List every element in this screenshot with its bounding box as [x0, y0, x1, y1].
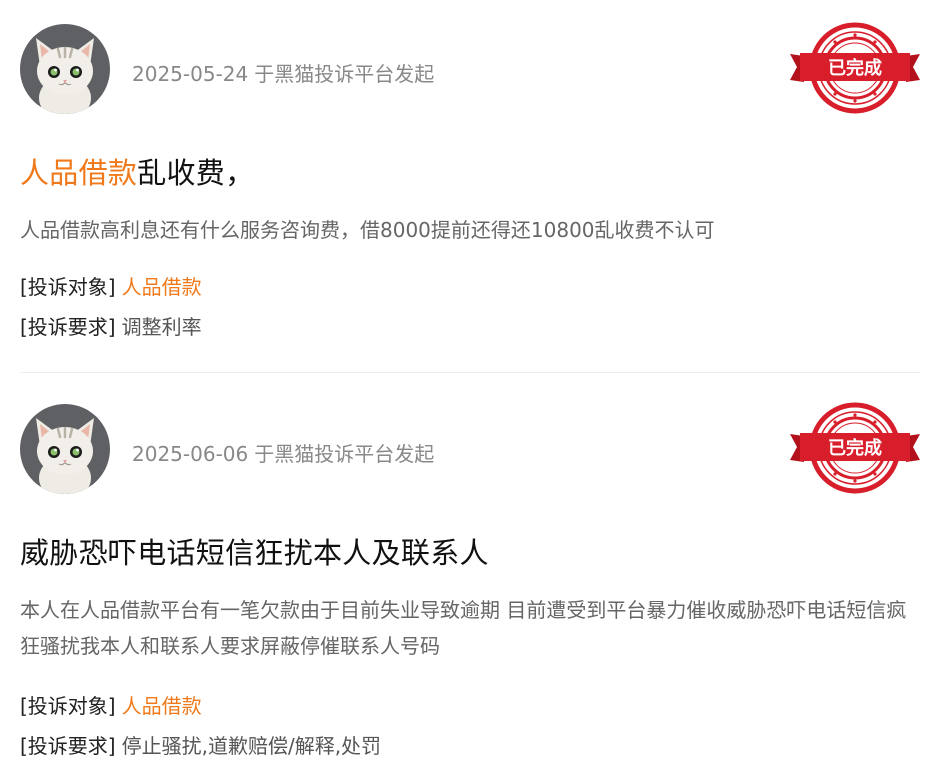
target-link[interactable]: 人品借款: [122, 275, 202, 299]
complaint-description: 人品借款高利息还有什么服务咨询费，借8000提前还得还10800乱收费不认可: [20, 218, 715, 242]
complaint-header: 2025-05-24 于黑猫投诉平台发起 已完成: [20, 22, 920, 114]
complaint-date: 2025-05-24: [132, 62, 249, 86]
complaint-demand: [投诉要求] 调整利率: [20, 311, 202, 340]
svg-text:已完成: 已完成: [828, 437, 882, 459]
complaint-meta: 2025-06-06 于黑猫投诉平台发起: [132, 438, 434, 467]
target-label: [投诉对象]: [20, 275, 116, 299]
complaint-description: 本人在人品借款平台有一笔欠款由于目前失业导致逾期 目前遭受到平台暴力催收威胁恐吓…: [20, 598, 907, 658]
avatar[interactable]: [20, 404, 110, 494]
complaint-title[interactable]: 威胁恐吓电话短信狂扰本人及联系人: [20, 530, 489, 572]
complaint-title[interactable]: 人品借款乱收费，: [20, 150, 254, 192]
completed-stamp-icon: 已完成: [790, 402, 920, 494]
svg-text:已完成: 已完成: [828, 57, 882, 79]
avatar[interactable]: [20, 24, 110, 114]
title-text: 威胁恐吓电话短信狂扰本人及联系人: [20, 536, 489, 570]
complaint-meta: 2025-05-24 于黑猫投诉平台发起: [132, 58, 434, 87]
title-highlight: 人品借款: [20, 156, 138, 190]
title-text: 乱收费，: [137, 156, 255, 190]
complaint-source: 于黑猫投诉平台发起: [254, 442, 435, 466]
demand-value: 停止骚扰,道歉赔偿/解释,处罚: [121, 734, 382, 758]
cat-avatar-icon: [20, 24, 110, 114]
complaint-source: 于黑猫投诉平台发起: [254, 62, 435, 86]
complaint-card[interactable]: 2025-05-24 于黑猫投诉平台发起 已完成 人品借款乱收费， 人品借款高利…: [20, 22, 920, 339]
complaint-date: 2025-06-06: [132, 442, 249, 466]
complaint-target: [投诉对象] 人品借款: [20, 690, 202, 719]
completed-stamp-icon: 已完成: [790, 22, 920, 114]
target-link[interactable]: 人品借款: [122, 694, 202, 718]
target-label: [投诉对象]: [20, 694, 116, 718]
complaint-feed: 2025-05-24 于黑猫投诉平台发起 已完成 人品借款乱收费， 人品借款高利…: [0, 0, 938, 775]
complaint-demand: [投诉要求] 停止骚扰,道歉赔偿/解释,处罚: [20, 730, 381, 759]
demand-label: [投诉要求]: [20, 734, 116, 758]
complaint-target: [投诉对象] 人品借款: [20, 271, 202, 300]
cat-avatar-icon: [20, 404, 110, 494]
demand-label: [投诉要求]: [20, 315, 116, 339]
demand-value: 调整利率: [121, 315, 202, 339]
card-divider: [20, 372, 920, 373]
complaint-card[interactable]: 2025-06-06 于黑猫投诉平台发起 已完成 威胁恐吓电话短信狂扰本人及联系…: [20, 402, 920, 758]
complaint-header: 2025-06-06 于黑猫投诉平台发起 已完成: [20, 402, 920, 494]
